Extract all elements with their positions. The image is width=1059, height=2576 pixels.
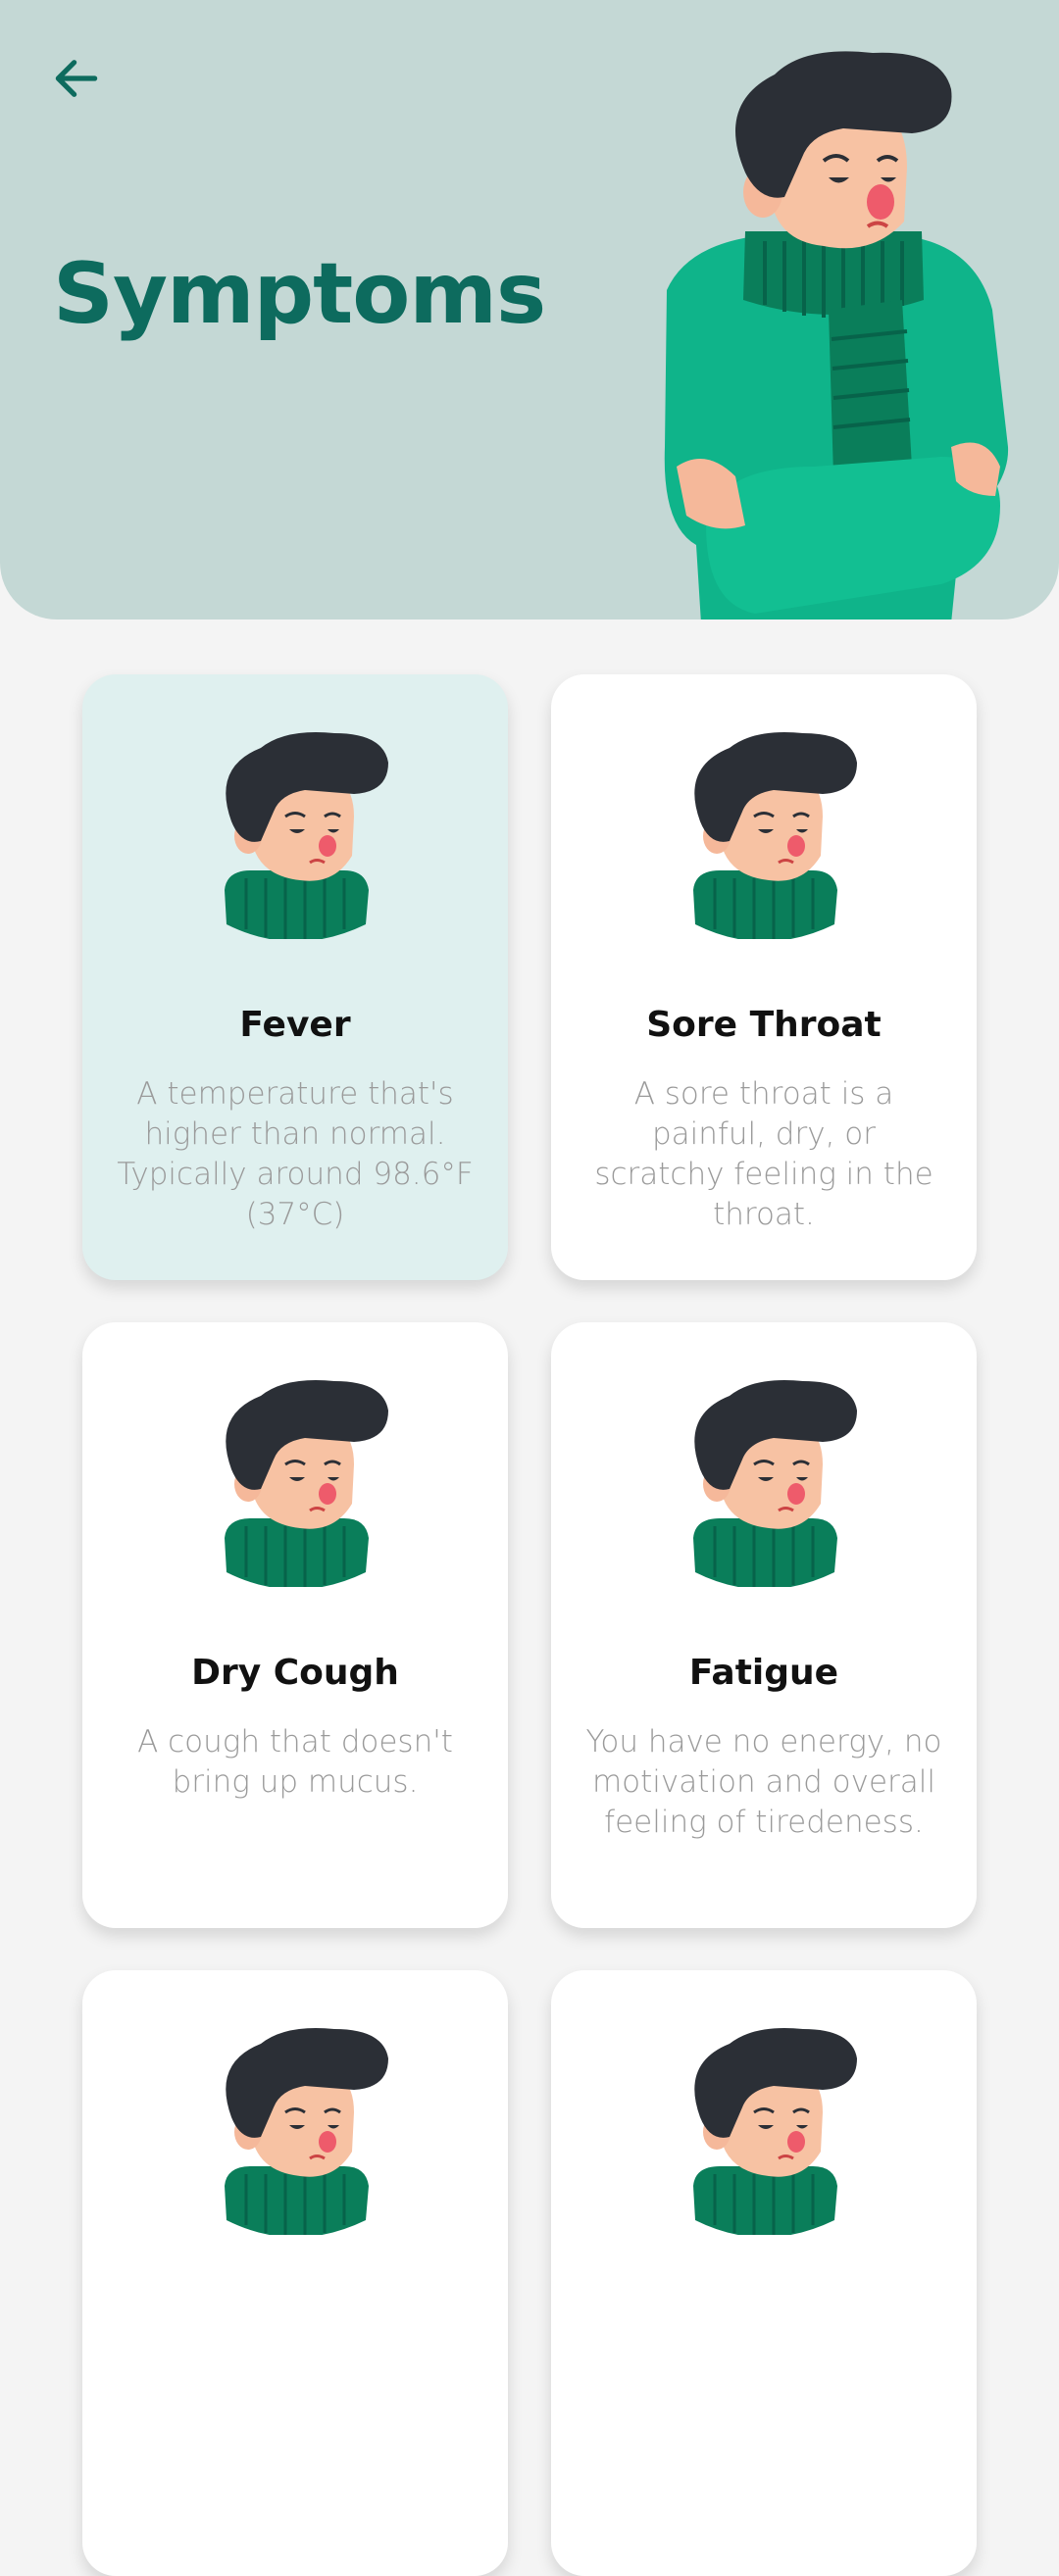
symptom-name: Fatigue	[688, 1653, 839, 1693]
face-icon	[691, 2026, 859, 2235]
symptom-card[interactable]: Fever A temperature that's higher than n…	[82, 674, 508, 1280]
symptom-card[interactable]: Sore Throat A sore throat is a painful, …	[551, 674, 977, 1280]
sick-man-illustration	[664, 51, 1009, 619]
symptom-card[interactable]: Fatigue You have no energy, no motivatio…	[551, 1322, 977, 1928]
symptom-description: A sore throat is a painful, dry, or scra…	[594, 1076, 933, 1232]
symptom-card[interactable]	[551, 1970, 977, 2576]
back-button[interactable]	[39, 41, 114, 116]
symptom-name: Dry Cough	[191, 1653, 399, 1693]
symptom-card[interactable]	[82, 1970, 508, 2576]
sore-throat-face-icon	[691, 730, 859, 939]
arrow-left-icon	[55, 60, 98, 97]
symptom-description: A cough that doesn't bring up mucus.	[137, 1724, 453, 1800]
symptom-name: Sore Throat	[646, 1005, 882, 1045]
page-title: Symptoms	[53, 245, 546, 343]
header: Symptoms	[0, 0, 1059, 619]
symptom-description: A temperature that's higher than normal.…	[117, 1076, 474, 1232]
symptom-description: You have no energy, no motivation and ov…	[585, 1724, 942, 1840]
face-icon	[223, 2026, 390, 2235]
symptom-name: Fever	[239, 1005, 351, 1045]
dry-cough-face-icon	[223, 1378, 390, 1587]
fever-face-icon	[223, 730, 390, 939]
fatigue-face-icon	[691, 1378, 859, 1587]
symptom-card[interactable]: Dry Cough A cough that doesn't bring up …	[82, 1322, 508, 1928]
